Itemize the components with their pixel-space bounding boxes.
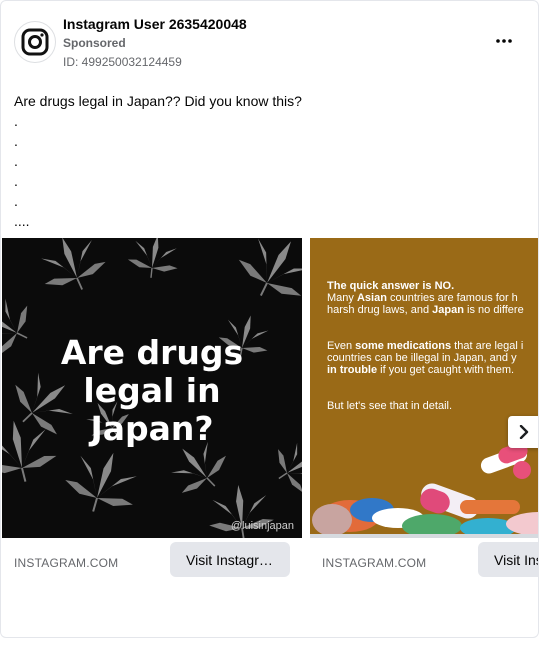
ad-carousel: Are drugs legal in Japan? @luisinjapan I…: [2, 238, 538, 583]
headline-line: Are drugs: [60, 333, 244, 372]
visit-instagram-button[interactable]: Visit Ins: [478, 542, 538, 577]
post-header: Instagram User 2635420048 Sponsored ID: …: [13, 13, 526, 71]
headline-line: Japan?: [90, 409, 214, 448]
slide-domain: INSTAGRAM.COM: [322, 556, 427, 570]
slide-image[interactable]: Are drugs legal in Japan? @luisinjapan: [2, 238, 302, 538]
more-options-button[interactable]: [490, 29, 518, 53]
body-line: .: [14, 153, 18, 169]
headline-line: legal in: [83, 371, 221, 410]
pills-illustration: [310, 442, 538, 538]
instagram-logo-icon[interactable]: [14, 21, 56, 63]
ad-card: Instagram User 2635420048 Sponsored ID: …: [0, 0, 539, 638]
carousel-slide[interactable]: Are drugs legal in Japan? @luisinjapan I…: [2, 238, 302, 583]
body-line: .: [14, 193, 18, 209]
sponsored-label: Sponsored: [63, 36, 126, 50]
ad-id: ID: 499250032124459: [63, 55, 182, 69]
body-line: Are drugs legal in Japan?? Did you know …: [14, 93, 302, 109]
watermark: @luisinjapan: [230, 520, 294, 532]
slide-image[interactable]: The quick answer is NO. Many Asian count…: [310, 238, 538, 538]
pill-icon: [310, 442, 538, 538]
chevron-right-icon: [519, 425, 529, 439]
body-line: .: [14, 133, 18, 149]
more-horizontal-icon: [496, 39, 512, 43]
author-name[interactable]: Instagram User 2635420048: [63, 16, 247, 32]
slide-domain: INSTAGRAM.COM: [14, 556, 119, 570]
post-body: Are drugs legal in Japan?? Did you know …: [14, 91, 525, 231]
carousel-next-button[interactable]: [508, 416, 538, 448]
body-line: ....: [14, 213, 30, 229]
body-line: .: [14, 113, 18, 129]
slide-headline: Are drugs legal in Japan?: [2, 334, 302, 448]
visit-instagram-button[interactable]: Visit Instagr…: [170, 542, 290, 577]
body-line: .: [14, 173, 18, 189]
carousel-slide[interactable]: The quick answer is NO. Many Asian count…: [310, 238, 538, 583]
